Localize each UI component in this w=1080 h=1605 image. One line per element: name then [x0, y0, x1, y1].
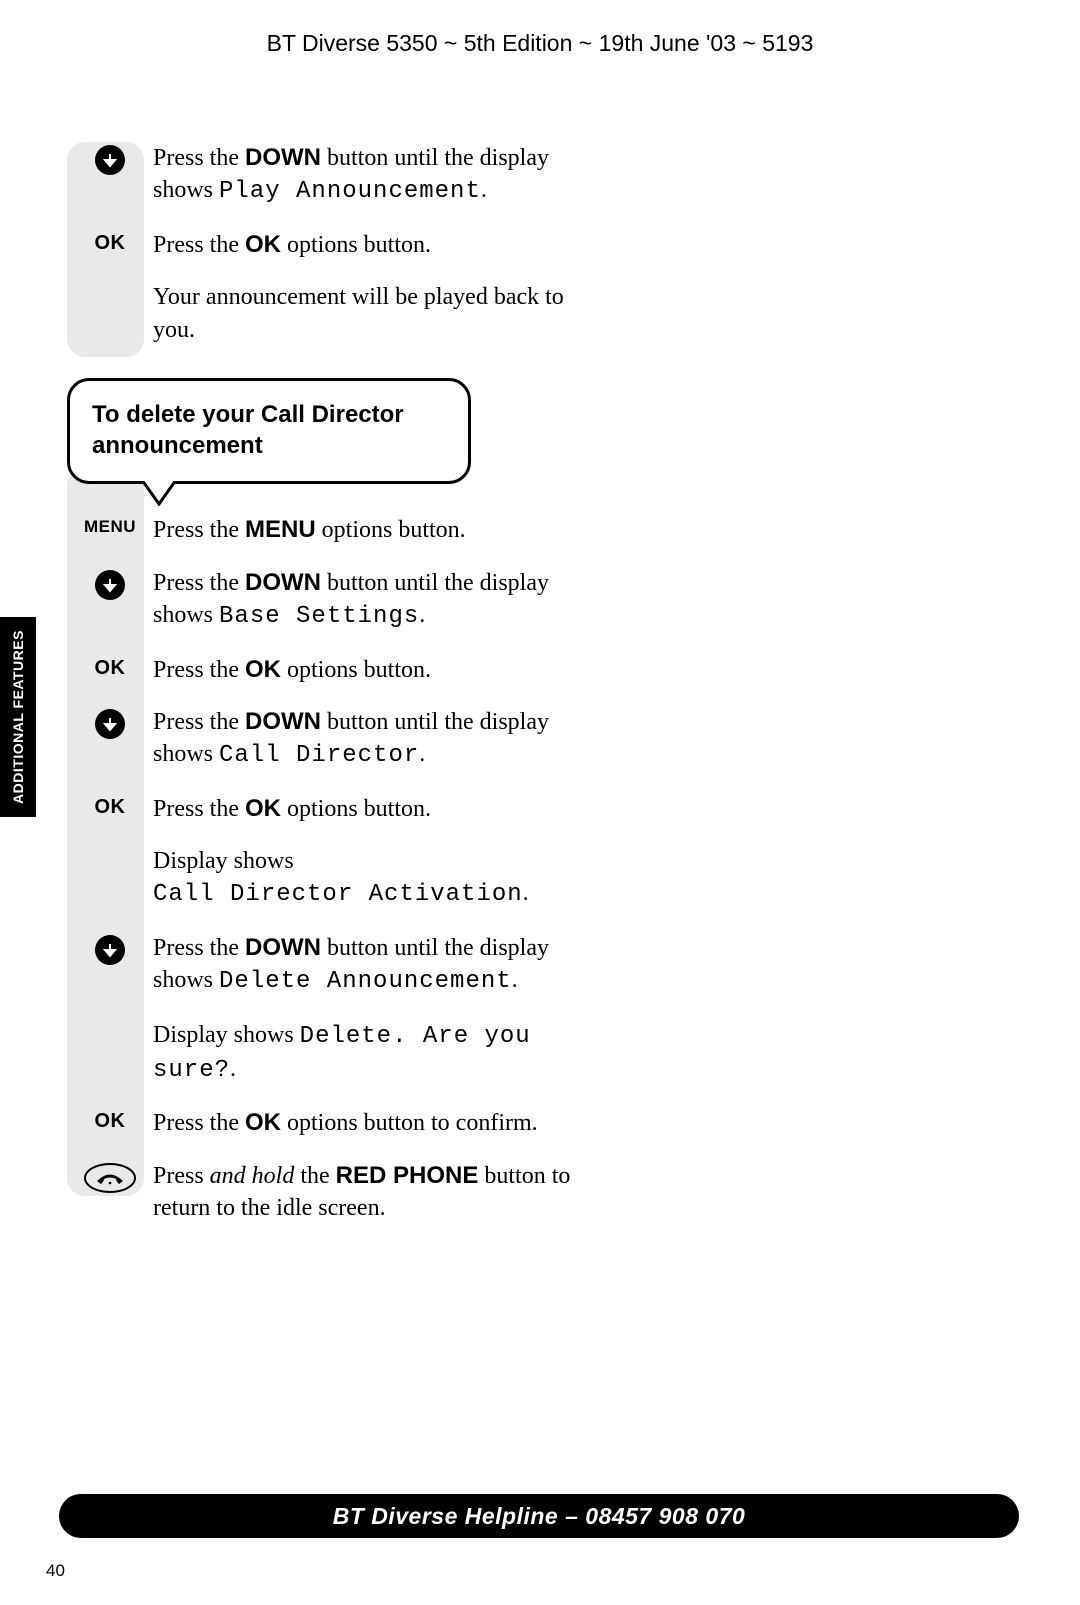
step-text: Press and hold the RED PHONE button to r…	[153, 1160, 579, 1225]
step-key	[67, 1160, 153, 1225]
ok-key-label: OK	[95, 1110, 126, 1133]
step-key: OK	[67, 1107, 153, 1139]
step-text: Press the OK options button.	[153, 229, 579, 261]
step-row: Press the DOWN button until the display …	[67, 932, 579, 999]
step-text: Press the DOWN button until the display …	[153, 932, 579, 999]
document-header: BT Diverse 5350 ~ 5th Edition ~ 19th Jun…	[0, 30, 1080, 57]
ok-key-label: OK	[95, 232, 126, 255]
step-row: OK Press the OK options button.	[67, 654, 579, 686]
step-text: Press the DOWN button until the display …	[153, 567, 579, 634]
step-key	[67, 281, 153, 346]
step-text: Press the OK options button.	[153, 793, 579, 825]
step-key: MENU	[67, 514, 153, 546]
step-key	[67, 1019, 153, 1088]
step-text: Press the OK options button to confirm.	[153, 1107, 579, 1139]
callout-title: To delete your Call Director announcemen…	[67, 378, 471, 484]
step-key	[67, 932, 153, 999]
step-key	[67, 845, 153, 912]
step-row: MENU Press the MENU options button.	[67, 514, 579, 546]
step-row: Press the DOWN button until the display …	[67, 142, 579, 209]
step-key	[67, 142, 153, 209]
step-text: Press the MENU options button.	[153, 514, 579, 546]
step-text: Press the DOWN button until the display …	[153, 706, 579, 773]
step-row: Press the DOWN button until the display …	[67, 567, 579, 634]
step-key	[67, 567, 153, 634]
side-tab-label: ADDITIONAL FEATURES	[10, 630, 26, 804]
step-text: Display shows Call Director Activation.	[153, 845, 579, 912]
step-text: Your announcement will be played back to…	[153, 281, 579, 346]
step-row: Display shows Call Director Activation.	[67, 845, 579, 912]
down-arrow-icon	[95, 570, 125, 600]
ok-key-label: OK	[95, 657, 126, 680]
step-row: OK Press the OK options button.	[67, 793, 579, 825]
callout-bubble: To delete your Call Director announcemen…	[67, 378, 471, 484]
down-arrow-icon	[95, 935, 125, 965]
step-text: Press the DOWN button until the display …	[153, 142, 579, 209]
step-row: Press and hold the RED PHONE button to r…	[67, 1160, 579, 1225]
down-arrow-icon	[95, 709, 125, 739]
step-row: OK Press the OK options button to confir…	[67, 1107, 579, 1139]
menu-key-label: MENU	[84, 517, 136, 537]
phone-icon	[84, 1163, 136, 1193]
step-row: Press the DOWN button until the display …	[67, 706, 579, 773]
step-row: Your announcement will be played back to…	[67, 281, 579, 346]
step-key: OK	[67, 654, 153, 686]
step-key	[67, 706, 153, 773]
callout-tail-icon	[139, 478, 179, 506]
helpline-bar: BT Diverse Helpline – 08457 908 070	[59, 1494, 1019, 1538]
step-key: OK	[67, 229, 153, 261]
step-row: Display shows Delete. Are you sure?.	[67, 1019, 579, 1088]
step-key: OK	[67, 793, 153, 825]
step-row: OK Press the OK options button.	[67, 229, 579, 261]
down-arrow-icon	[95, 145, 125, 175]
side-tab: ADDITIONAL FEATURES	[0, 617, 36, 817]
page-number: 40	[46, 1561, 65, 1581]
step-text: Press the OK options button.	[153, 654, 579, 686]
main-content: Press the DOWN button until the display …	[67, 142, 579, 1245]
ok-key-label: OK	[95, 796, 126, 819]
step-text: Display shows Delete. Are you sure?.	[153, 1019, 579, 1088]
